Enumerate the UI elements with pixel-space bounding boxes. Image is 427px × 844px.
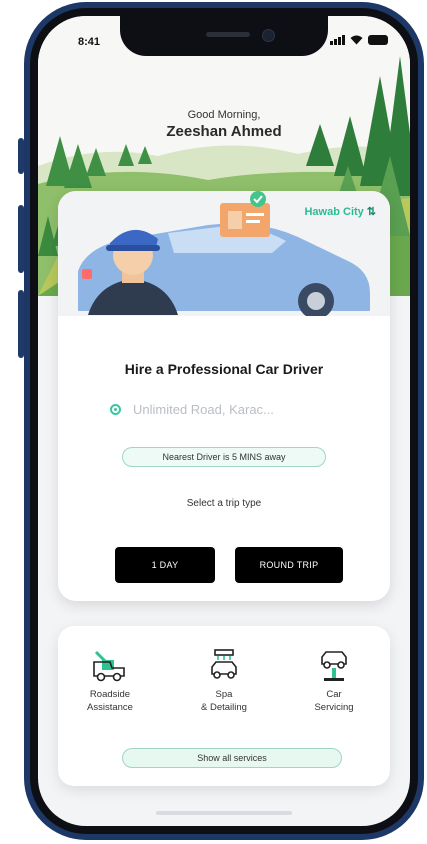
pickup-location-text: Unlimited Road, Karac... <box>133 402 274 417</box>
city-selector[interactable]: Hawab City ⇅ <box>304 205 376 218</box>
pickup-location-input[interactable]: Unlimited Road, Karac... <box>110 402 274 417</box>
round-trip-button[interactable]: ROUND TRIP <box>235 547 343 583</box>
app-screen: 8:41 Good Morning, Zeeshan Ahmed Hawab C… <box>38 16 410 826</box>
service-car-servicing[interactable]: Car Servicing <box>286 648 382 714</box>
earpiece-speaker <box>206 32 250 37</box>
service-label-line1: Spa <box>215 689 233 700</box>
nearest-driver-badge: Nearest Driver is 5 MINS away <box>122 447 326 467</box>
front-camera <box>262 29 275 42</box>
phone-notch <box>120 16 328 56</box>
service-label-line1: Roadside <box>89 689 131 700</box>
battery-icon <box>368 34 388 45</box>
one-day-trip-button[interactable]: 1 DAY <box>115 547 215 583</box>
service-roadside-assistance[interactable]: Roadside Assistance <box>62 648 158 714</box>
booking-title: Hire a Professional Car Driver <box>124 361 324 377</box>
status-time: 8:41 <box>78 36 101 48</box>
tow-truck-icon <box>93 650 125 682</box>
booking-hero: Hawab City ⇅ <box>58 191 390 316</box>
cellular-signal-icon <box>330 34 345 45</box>
greeting-block: Good Morning, Zeeshan Ahmed <box>38 109 410 140</box>
wifi-icon <box>350 35 363 44</box>
city-name: Hawab City <box>304 206 364 218</box>
booking-card: Hawab City ⇅ Hire a Professional Car Driv… <box>58 191 390 601</box>
service-label-line2: Assistance <box>87 702 133 713</box>
services-card: Roadside Assistance Spa & Detailing Car … <box>58 626 390 786</box>
status-icons <box>330 34 388 45</box>
trip-type-label: Select a trip type <box>186 498 262 509</box>
user-name: Zeeshan Ahmed <box>166 123 282 140</box>
car-lift-icon <box>321 651 347 681</box>
home-indicator <box>156 811 292 815</box>
greeting-text: Good Morning, <box>187 109 261 121</box>
service-spa-detailing[interactable]: Spa & Detailing <box>176 648 272 714</box>
swap-icon: ⇅ <box>366 206 376 218</box>
service-label-line2: & Detailing <box>201 702 247 713</box>
service-label-line1: Car <box>326 689 342 700</box>
service-label-line2: Servicing <box>314 702 354 713</box>
show-all-services-button[interactable]: Show all services <box>122 748 342 768</box>
car-wash-icon <box>211 649 237 679</box>
location-pin-icon <box>110 404 121 415</box>
